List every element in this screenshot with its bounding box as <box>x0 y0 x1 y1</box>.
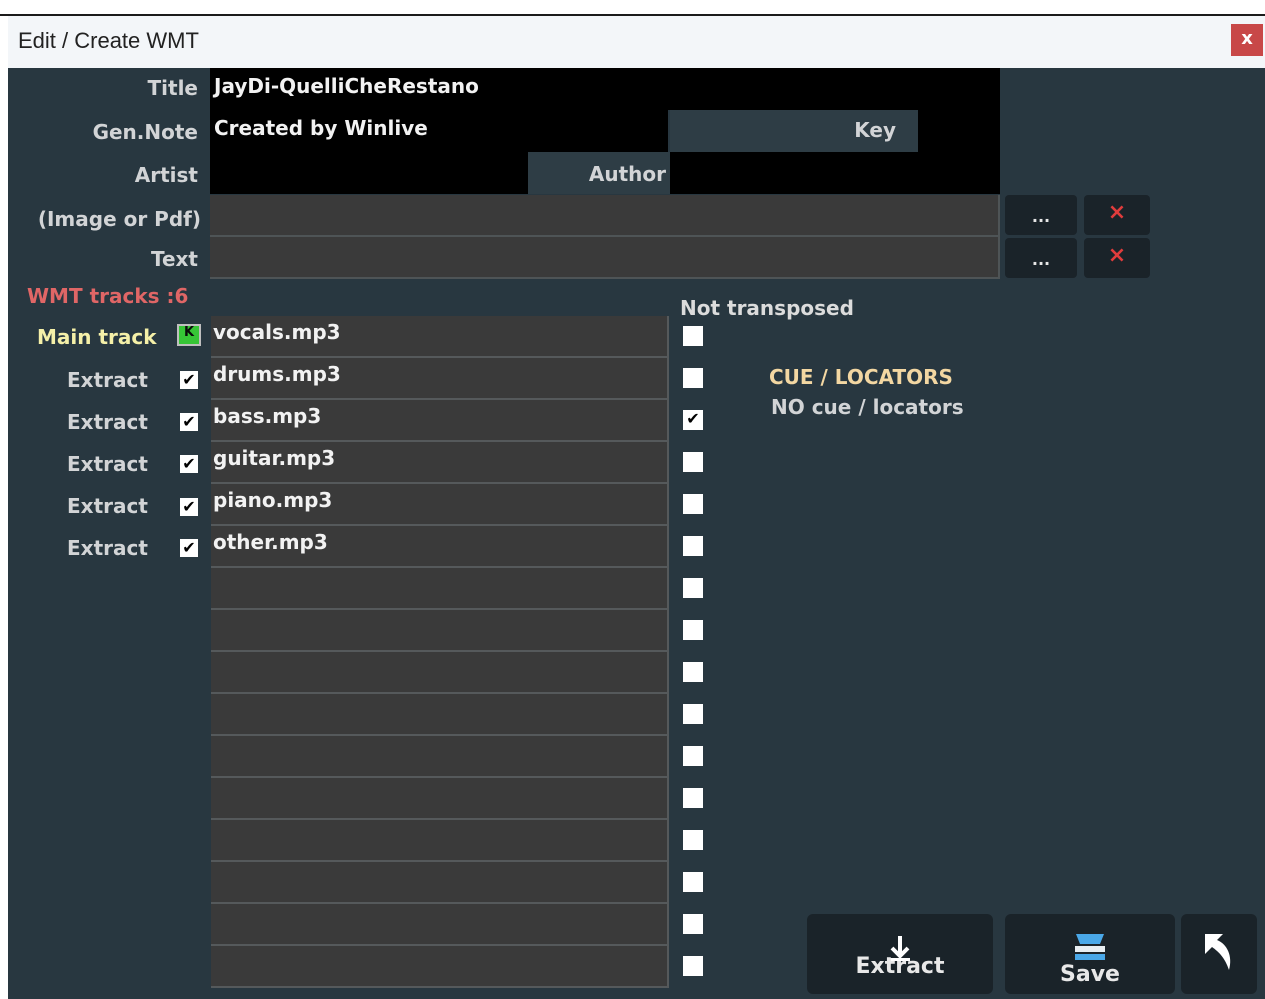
back-button[interactable] <box>1181 914 1257 994</box>
not-transposed-checkbox[interactable] <box>683 830 703 850</box>
title-bar: Edit / Create WMT x <box>8 16 1265 68</box>
author-input[interactable] <box>670 152 1000 194</box>
not-transposed-checkbox[interactable] <box>683 620 703 640</box>
track-file-field[interactable]: vocals.mp3 <box>211 316 669 358</box>
track-file-field[interactable] <box>211 568 669 610</box>
extract-checkbox[interactable]: ✔ <box>180 498 198 516</box>
text-input[interactable] <box>210 237 1000 279</box>
cue-status: NO cue / locators <box>771 395 964 419</box>
track-file-field[interactable] <box>211 652 669 694</box>
extract-button[interactable]: Extract <box>807 914 993 994</box>
not-transposed-checkbox[interactable] <box>683 494 703 514</box>
extract-checkbox[interactable]: ✔ <box>180 413 198 431</box>
gennote-label: Gen.Note <box>92 120 198 144</box>
image-label: (Image or Pdf) <box>37 207 201 231</box>
save-button-label: Save <box>1060 962 1120 987</box>
save-icon <box>1075 934 1105 960</box>
title-label: Title <box>147 76 198 100</box>
track-file-field[interactable] <box>211 736 669 778</box>
back-arrow-icon <box>1205 934 1231 970</box>
key-input[interactable] <box>920 110 1000 152</box>
text-label: Text <box>150 247 198 271</box>
save-button[interactable]: Save <box>1005 914 1175 994</box>
image-input[interactable] <box>210 195 1000 237</box>
extract-button-label: Extract <box>855 954 945 979</box>
window-title: Edit / Create WMT <box>18 28 199 53</box>
track-file-field[interactable] <box>211 862 669 904</box>
track-file-field[interactable] <box>211 820 669 862</box>
artist-label: Artist <box>134 163 198 187</box>
not-transposed-checkbox[interactable] <box>683 662 703 682</box>
author-label-cell: Author <box>528 152 670 194</box>
main-track-marker[interactable]: K <box>177 324 201 346</box>
artist-input[interactable] <box>210 152 528 194</box>
extract-label: Extract <box>67 368 148 392</box>
track-count: WMT tracks :6 <box>27 284 189 308</box>
text-clear-button[interactable]: × <box>1084 238 1150 278</box>
track-file-field[interactable]: drums.mp3 <box>211 358 669 400</box>
image-browse-button[interactable]: ... <box>1005 195 1077 235</box>
extract-checkbox[interactable]: ✔ <box>180 455 198 473</box>
key-label: Key <box>854 118 896 142</box>
not-transposed-checkbox[interactable] <box>683 368 703 388</box>
gennote-input[interactable]: Created by Winlive <box>210 110 668 152</box>
extract-checkbox[interactable]: ✔ <box>180 371 198 389</box>
not-transposed-checkbox[interactable] <box>683 326 703 346</box>
main-track-label: Main track <box>37 325 157 349</box>
track-file-field[interactable] <box>211 694 669 736</box>
not-transposed-checkbox[interactable] <box>683 788 703 808</box>
track-file-field[interactable]: other.mp3 <box>211 526 669 568</box>
track-file-field[interactable]: bass.mp3 <box>211 400 669 442</box>
author-label: Author <box>588 162 666 186</box>
track-file-field[interactable] <box>211 778 669 820</box>
main-panel: Title JayDi-QuelliCheRestano Gen.Note Cr… <box>8 68 1265 999</box>
not-transposed-checkbox[interactable] <box>683 704 703 724</box>
not-transposed-checkbox[interactable] <box>683 914 703 934</box>
not-transposed-checkbox[interactable]: ✔ <box>683 410 703 430</box>
key-label-cell: Key <box>670 110 920 152</box>
not-transposed-checkbox[interactable] <box>683 536 703 556</box>
extract-label: Extract <box>67 452 148 476</box>
extract-checkbox[interactable]: ✔ <box>180 539 198 557</box>
extract-label: Extract <box>67 410 148 434</box>
track-file-field[interactable]: piano.mp3 <box>211 484 669 526</box>
not-transposed-checkbox[interactable] <box>683 452 703 472</box>
extract-label: Extract <box>67 536 148 560</box>
not-transposed-checkbox[interactable] <box>683 872 703 892</box>
track-file-field[interactable] <box>211 946 669 988</box>
track-file-field[interactable]: guitar.mp3 <box>211 442 669 484</box>
not-transposed-label: Not transposed <box>680 296 854 320</box>
track-file-field[interactable] <box>211 610 669 652</box>
not-transposed-checkbox[interactable] <box>683 578 703 598</box>
extract-label: Extract <box>67 494 148 518</box>
not-transposed-checkbox[interactable] <box>683 956 703 976</box>
close-button[interactable]: x <box>1231 24 1263 56</box>
not-transposed-checkbox[interactable] <box>683 746 703 766</box>
title-input[interactable]: JayDi-QuelliCheRestano <box>210 68 1000 110</box>
cue-title: CUE / LOCATORS <box>769 365 953 389</box>
text-browse-button[interactable]: ... <box>1005 238 1077 278</box>
track-file-field[interactable] <box>211 904 669 946</box>
image-clear-button[interactable]: × <box>1084 195 1150 235</box>
